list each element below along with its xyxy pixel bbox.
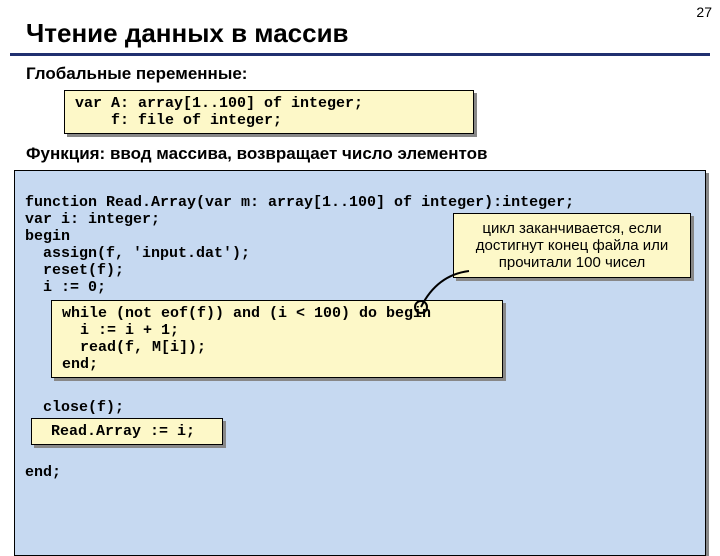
page-number: 27 (696, 4, 712, 20)
callout-box: цикл заканчивается, если достигнут конец… (453, 213, 691, 278)
section-func-title: Функция: ввод массива, возвращает число … (26, 144, 720, 164)
code-vars-box: var A: array[1..100] of integer; f: file… (64, 90, 474, 134)
code-return-box: Read.Array := i; (31, 418, 223, 445)
code-mid: close(f); (25, 399, 124, 416)
code-end: end; (25, 464, 61, 481)
code-main-box: function Read.Array(var m: array[1..100]… (14, 170, 706, 556)
section-vars-title: Глобальные переменные: (26, 64, 720, 84)
page-title: Чтение данных в массив (10, 0, 710, 56)
code-while-box: while (not eof(f)) and (i < 100) do begi… (51, 300, 503, 378)
